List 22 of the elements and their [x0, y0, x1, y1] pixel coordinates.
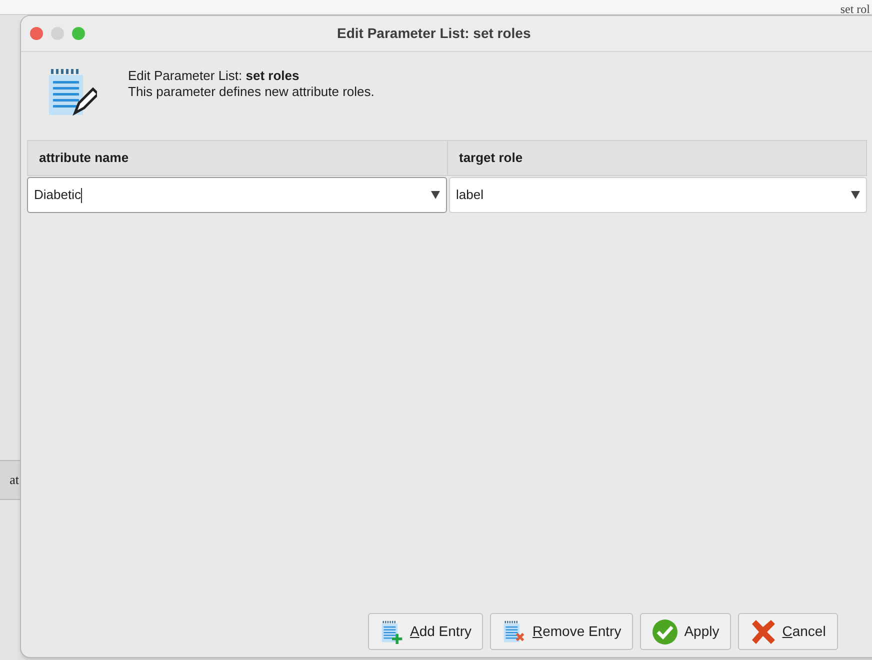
window-title: Edit Parameter List: set roles: [337, 24, 531, 43]
add-button[interactable]: Add Entry: [368, 613, 484, 650]
column-header: target role: [458, 149, 524, 168]
dropdown-field[interactable]: Diabetic: [27, 177, 447, 213]
caret-icon: [431, 191, 440, 199]
background-text: at: [10, 471, 19, 490]
add-note-icon: [380, 620, 404, 644]
close-window-button[interactable]: [30, 27, 43, 40]
header-title: Edit Parameter List: set roles: [128, 68, 300, 84]
column-header: attribute name: [28, 141, 448, 175]
dropdown-field[interactable]: label: [449, 177, 867, 213]
minimize-window-button[interactable]: [51, 27, 64, 40]
remove-note-icon: [502, 620, 526, 644]
remove-button[interactable]: Remove Entry: [490, 613, 634, 650]
header-description: This parameter defines new attribute roles.: [128, 84, 374, 100]
checkmark-icon: [652, 618, 678, 644]
apply-button[interactable]: Apply: [640, 613, 732, 650]
close-icon: [750, 620, 776, 644]
caret-icon: [851, 191, 860, 199]
zoom-window-button[interactable]: [72, 27, 85, 40]
cancel-button[interactable]: Cancel: [738, 613, 838, 650]
background-text: set rol: [840, 2, 870, 16]
